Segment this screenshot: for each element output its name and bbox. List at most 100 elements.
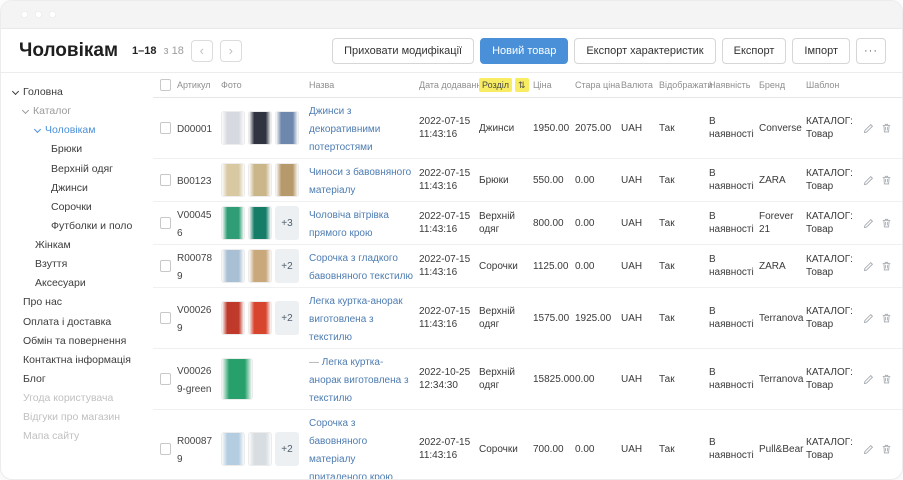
column-header-display[interactable]: Відображати [659, 80, 709, 90]
product-photo[interactable] [221, 163, 245, 197]
column-header-photo[interactable]: Фото [221, 80, 309, 90]
sidebar-item[interactable]: Верхній одяг [1, 160, 153, 179]
product-photo[interactable] [221, 301, 245, 335]
edit-product-button[interactable] [863, 261, 874, 272]
column-header-section[interactable]: Розділ⇅ [479, 80, 533, 91]
prev-page-button[interactable]: ‹ [191, 40, 213, 62]
sidebar-item[interactable]: Аксесуари [1, 274, 153, 293]
column-header-old-price[interactable]: Стара ціна [575, 80, 621, 90]
window-control-dot[interactable] [49, 11, 56, 18]
products-table: Артикул Фото Назва Дата додавання Розділ… [153, 73, 902, 479]
product-name-link[interactable]: Легка куртка-анорак виготовлена з тексти… [309, 357, 409, 404]
more-photos-badge[interactable]: +2 [275, 301, 299, 335]
product-photo[interactable] [275, 163, 299, 197]
sidebar-item[interactable]: Чоловікам [1, 121, 153, 140]
column-header-template[interactable]: Шаблон [806, 80, 858, 90]
column-header-price[interactable]: Ціна [533, 80, 575, 90]
edit-product-button[interactable] [863, 374, 874, 385]
sidebar-item[interactable]: Жінкам [1, 236, 153, 255]
sidebar-item[interactable]: Оплата і доставка [1, 313, 153, 332]
more-photos-badge[interactable]: +3 [275, 206, 299, 240]
product-section: Брюки [479, 174, 533, 187]
sidebar-item-label: Брюки [51, 143, 82, 156]
edit-product-button[interactable] [863, 444, 874, 455]
product-photo[interactable] [248, 432, 272, 466]
delete-product-button[interactable] [881, 217, 892, 229]
product-photo[interactable] [248, 301, 272, 335]
export-button[interactable]: Експорт [722, 38, 787, 64]
sidebar-item-label: Угода користувача [23, 392, 113, 405]
row-checkbox[interactable] [160, 443, 171, 455]
more-photos-badge[interactable]: +2 [275, 432, 299, 466]
product-name-link[interactable]: Сорочка з бавовняного матеріалу притален… [309, 418, 393, 479]
product-photo[interactable] [275, 111, 299, 145]
photo-group: +2 [221, 301, 303, 335]
delete-product-button[interactable] [881, 174, 892, 186]
product-photo[interactable] [221, 358, 253, 400]
column-header-sku[interactable]: Артикул [177, 80, 221, 90]
sidebar-item[interactable]: Футболки и поло [1, 217, 153, 236]
sidebar-item[interactable]: Мапа сайту [1, 427, 153, 446]
row-checkbox-cell [153, 122, 177, 134]
product-photo[interactable] [221, 111, 245, 145]
column-header-brand[interactable]: Бренд [759, 80, 806, 90]
sidebar-item[interactable]: Відгуки про магазин [1, 408, 153, 427]
hide-modifications-button[interactable]: Приховати модифікації [332, 38, 474, 64]
product-photo[interactable] [221, 432, 245, 466]
import-button[interactable]: Імпорт [792, 38, 850, 64]
sidebar-item[interactable]: Сорочки [1, 198, 153, 217]
sidebar-item[interactable]: Обмін та повернення [1, 332, 153, 351]
row-checkbox[interactable] [160, 122, 171, 134]
column-header-availability[interactable]: Наявність [709, 80, 759, 90]
next-page-button[interactable]: › [220, 40, 242, 62]
row-checkbox[interactable] [160, 312, 171, 324]
row-checkbox[interactable] [160, 373, 171, 385]
select-all-checkbox[interactable] [160, 79, 171, 91]
new-product-button[interactable]: Новий товар [480, 38, 568, 64]
edit-product-button[interactable] [863, 175, 874, 186]
edit-product-button[interactable] [863, 123, 874, 134]
product-photo[interactable] [221, 249, 245, 283]
sidebar-item[interactable]: Про нас [1, 293, 153, 312]
product-name-link[interactable]: Джинси з декоративними потертостями [309, 106, 380, 153]
column-header-currency[interactable]: Валюта [621, 80, 659, 90]
column-header-section-label[interactable]: Розділ [479, 78, 512, 92]
product-name-link[interactable]: Легка куртка-анорак виготовлена з тексти… [309, 296, 403, 343]
edit-product-button[interactable] [863, 218, 874, 229]
product-name-link[interactable]: Чиноси з бавовняного матеріалу [309, 167, 411, 196]
sidebar-item[interactable]: Контактна інформація [1, 351, 153, 370]
product-name-link[interactable]: Сорочка з гладкого бавовняного текстилю [309, 253, 413, 282]
row-checkbox[interactable] [160, 174, 171, 186]
sidebar-item[interactable]: Блог [1, 370, 153, 389]
column-header-date[interactable]: Дата додавання [419, 80, 479, 90]
delete-product-button[interactable] [881, 260, 892, 272]
row-checkbox[interactable] [160, 260, 171, 272]
window-control-dot[interactable] [21, 11, 28, 18]
delete-product-button[interactable] [881, 373, 892, 385]
export-characteristics-button[interactable]: Експорт характеристик [574, 38, 715, 64]
sidebar-item[interactable]: Головна [1, 83, 153, 102]
sidebar-item[interactable]: Каталог [1, 102, 153, 121]
row-checkbox[interactable] [160, 217, 171, 229]
product-photo[interactable] [248, 206, 272, 240]
delete-product-button[interactable] [881, 122, 892, 134]
sidebar-item-label: Жінкам [35, 239, 71, 252]
product-photo[interactable] [221, 206, 245, 240]
sidebar-item[interactable]: Взуття [1, 255, 153, 274]
window-control-dot[interactable] [35, 11, 42, 18]
more-photos-badge[interactable]: +2 [275, 249, 299, 283]
sidebar-item[interactable]: Угода користувача [1, 389, 153, 408]
product-photo[interactable] [248, 111, 272, 145]
sidebar-item[interactable]: Джинси [1, 179, 153, 198]
more-actions-button[interactable]: ··· [856, 38, 886, 64]
product-photo[interactable] [248, 163, 272, 197]
sidebar-item[interactable]: Брюки [1, 140, 153, 159]
column-header-name[interactable]: Назва [309, 80, 419, 90]
delete-product-button[interactable] [881, 312, 892, 324]
edit-product-button[interactable] [863, 313, 874, 324]
sort-icon[interactable]: ⇅ [515, 78, 529, 92]
row-actions [864, 373, 902, 385]
delete-product-button[interactable] [881, 443, 892, 455]
product-photo[interactable] [248, 249, 272, 283]
product-name-link[interactable]: Чоловіча вітрівка прямого крою [309, 210, 389, 239]
